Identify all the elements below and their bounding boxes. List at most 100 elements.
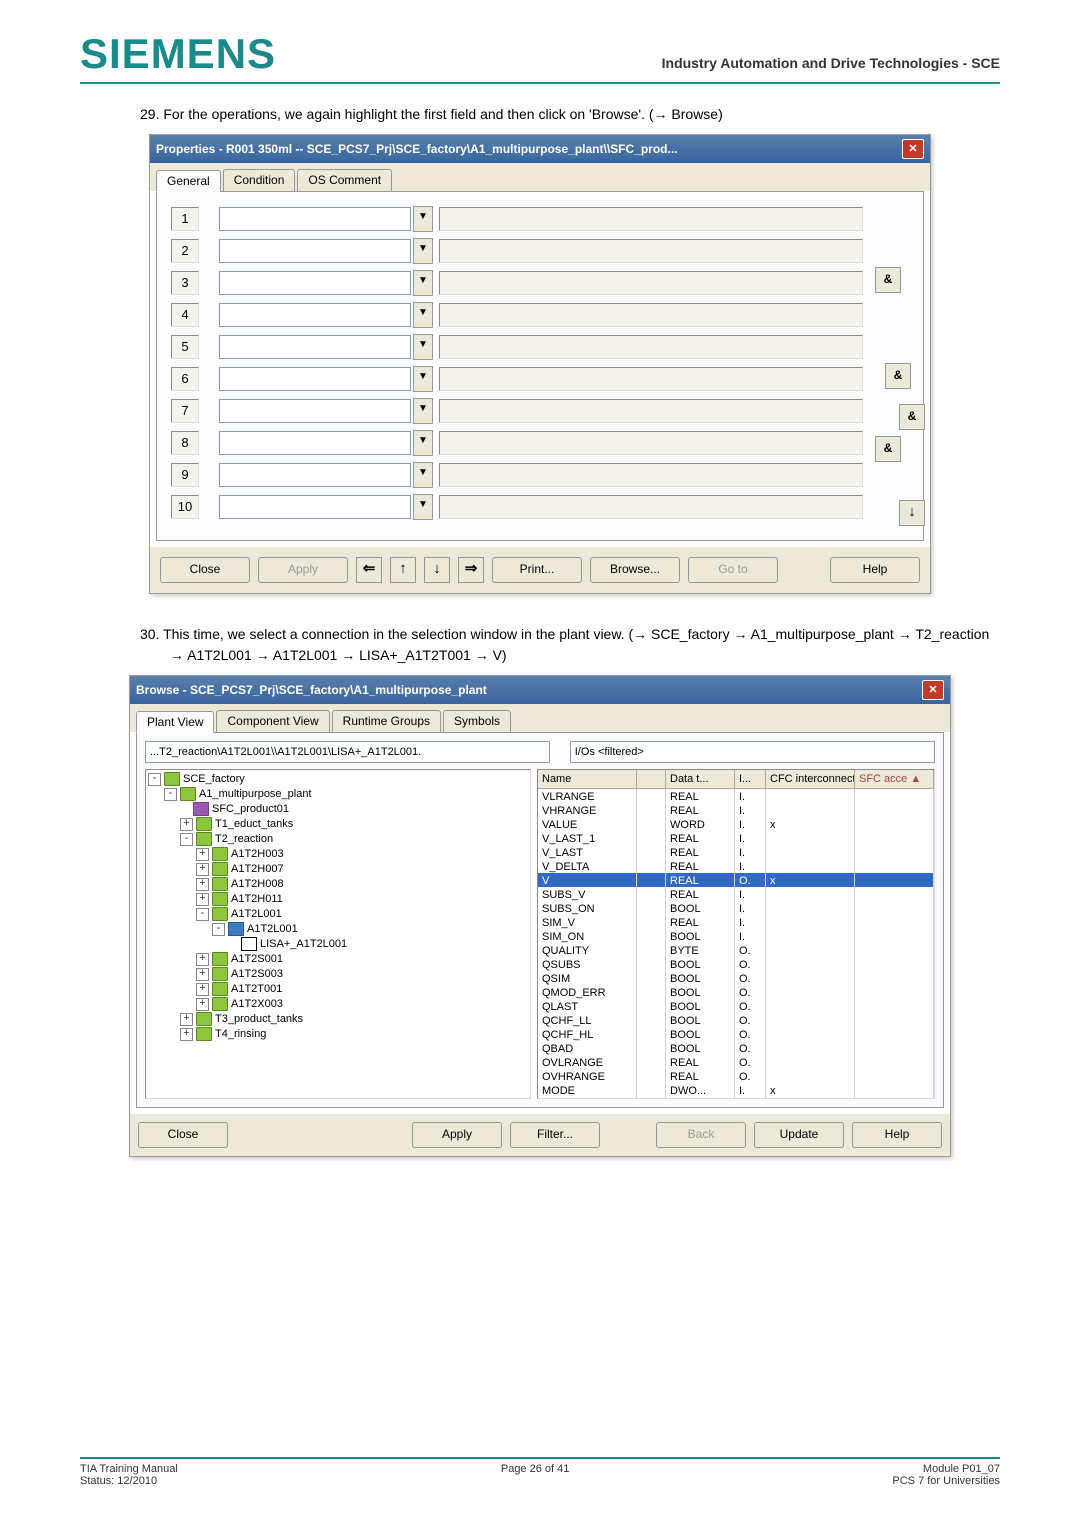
dropdown-icon[interactable]: ▼ [413, 238, 433, 264]
tab-condition[interactable]: Condition [223, 169, 296, 191]
col-spacer[interactable] [637, 770, 666, 788]
ios-filter-label[interactable]: I/Os <filtered> [570, 741, 935, 763]
io-row[interactable]: QCHF_HLBOOLO. [538, 1027, 934, 1041]
io-row[interactable]: SIM_ONBOOLI. [538, 929, 934, 943]
browse-close-button[interactable]: Close [138, 1122, 228, 1148]
and-button-1[interactable]: & [875, 267, 901, 293]
io-row[interactable]: MODEDWO...I.x [538, 1083, 934, 1097]
io-row[interactable]: LAST_ONBOOLI [538, 1097, 934, 1099]
nav-up-button[interactable]: ↑ [390, 557, 416, 583]
dropdown-icon[interactable]: ▼ [413, 494, 433, 520]
io-row[interactable]: QMOD_ERRBOOLO. [538, 985, 934, 999]
io-row[interactable]: V_LAST_1REALI. [538, 831, 934, 845]
expand-icon[interactable]: - [148, 773, 161, 786]
value-input[interactable] [439, 335, 863, 359]
dropdown-icon[interactable]: ▼ [413, 398, 433, 424]
io-row[interactable]: SUBS_ONBOOLI. [538, 901, 934, 915]
col-datatype[interactable]: Data t... [666, 770, 735, 788]
dropdown-icon[interactable]: ▼ [413, 206, 433, 232]
tree-item[interactable]: +A1T2H007 [148, 862, 528, 877]
tree-item[interactable]: +T3_product_tanks [148, 1012, 528, 1027]
tree-item[interactable]: -A1_multipurpose_plant [148, 787, 528, 802]
expand-icon[interactable]: - [212, 923, 225, 936]
tab-runtime-groups[interactable]: Runtime Groups [332, 710, 441, 732]
io-row[interactable]: QBADBOOLO. [538, 1041, 934, 1055]
down-arrow-button[interactable]: ↓ [899, 500, 925, 526]
close-button[interactable]: Close [160, 557, 250, 583]
value-input[interactable] [439, 463, 863, 487]
tree-item[interactable]: -A1T2L001 [148, 907, 528, 922]
address-input[interactable] [219, 271, 411, 295]
dropdown-icon[interactable]: ▼ [413, 366, 433, 392]
value-input[interactable] [439, 399, 863, 423]
io-row[interactable]: VREALO.x [538, 873, 934, 887]
tab-oscomment[interactable]: OS Comment [297, 169, 392, 191]
expand-icon[interactable]: + [196, 953, 209, 966]
address-input[interactable] [219, 399, 411, 423]
address-input[interactable] [219, 463, 411, 487]
address-input[interactable] [219, 495, 411, 519]
address-input[interactable] [219, 431, 411, 455]
tree-item[interactable]: +A1T2S003 [148, 967, 528, 982]
tree-item[interactable]: -A1T2L001 [148, 922, 528, 937]
tree-item[interactable]: +T1_educt_tanks [148, 817, 528, 832]
tab-symbols[interactable]: Symbols [443, 710, 511, 732]
col-cfc[interactable]: CFC interconnection [766, 770, 855, 788]
io-row[interactable]: OVLRANGEREALO. [538, 1055, 934, 1069]
dropdown-icon[interactable]: ▼ [413, 270, 433, 296]
address-input[interactable] [219, 367, 411, 391]
tree-item[interactable]: +A1T2H003 [148, 847, 528, 862]
value-input[interactable] [439, 207, 863, 231]
io-row[interactable]: V_LASTREALI. [538, 845, 934, 859]
io-list[interactable]: Name Data t... I... CFC interconnection … [537, 769, 935, 1099]
col-io[interactable]: I... [735, 770, 766, 788]
tree-item[interactable]: LISA+_A1T2L001 [148, 937, 528, 952]
browse-button[interactable]: Browse... [590, 557, 680, 583]
expand-icon[interactable]: + [196, 998, 209, 1011]
col-name[interactable]: Name [538, 770, 637, 788]
value-input[interactable] [439, 271, 863, 295]
expand-icon[interactable]: - [180, 833, 193, 846]
dropdown-icon[interactable]: ▼ [413, 430, 433, 456]
expand-icon[interactable]: - [196, 908, 209, 921]
tree-item[interactable]: -SCE_factory [148, 772, 528, 787]
tree-item[interactable]: +A1T2X003 [148, 997, 528, 1012]
plant-tree[interactable]: -SCE_factory-A1_multipurpose_plantSFC_pr… [145, 769, 531, 1099]
help-button[interactable]: Help [830, 557, 920, 583]
print-button[interactable]: Print... [492, 557, 582, 583]
address-input[interactable] [219, 207, 411, 231]
expand-icon[interactable]: + [196, 878, 209, 891]
tree-item[interactable]: -T2_reaction [148, 832, 528, 847]
back-button[interactable]: Back [656, 1122, 746, 1148]
value-input[interactable] [439, 303, 863, 327]
nav-right-button[interactable]: ⇒ [458, 557, 484, 583]
io-row[interactable]: QLASTBOOLO. [538, 999, 934, 1013]
tree-item[interactable]: +A1T2H011 [148, 892, 528, 907]
tab-general[interactable]: General [156, 170, 221, 192]
nav-down-button[interactable]: ↓ [424, 557, 450, 583]
io-row[interactable]: QSUBSBOOLO. [538, 957, 934, 971]
value-input[interactable] [439, 367, 863, 391]
dropdown-icon[interactable]: ▼ [413, 462, 433, 488]
expand-icon[interactable]: + [196, 848, 209, 861]
expand-icon[interactable]: + [180, 818, 193, 831]
io-row[interactable]: VLRANGEREALI. [538, 789, 934, 803]
value-input[interactable] [439, 495, 863, 519]
col-sfc[interactable]: SFC acce ▲ [855, 770, 934, 788]
expand-icon[interactable]: + [180, 1013, 193, 1026]
io-row[interactable]: OVHRANGEREALO. [538, 1069, 934, 1083]
expand-icon[interactable]: + [196, 968, 209, 981]
io-row[interactable]: VALUEWORDI.x [538, 817, 934, 831]
and-button-2[interactable]: & [885, 363, 911, 389]
path-input[interactable]: ...T2_reaction\A1T2L001\\A1T2L001\LISA+_… [145, 741, 550, 763]
io-row[interactable]: QSIMBOOLO. [538, 971, 934, 985]
filter-button[interactable]: Filter... [510, 1122, 600, 1148]
io-row[interactable]: QCHF_LLBOOLO. [538, 1013, 934, 1027]
address-input[interactable] [219, 239, 411, 263]
browse-close-icon[interactable]: ✕ [922, 680, 944, 700]
io-row[interactable]: VHRANGEREALI. [538, 803, 934, 817]
dropdown-icon[interactable]: ▼ [413, 302, 433, 328]
goto-button[interactable]: Go to [688, 557, 778, 583]
nav-left-button[interactable]: ⇐ [356, 557, 382, 583]
apply-button[interactable]: Apply [258, 557, 348, 583]
